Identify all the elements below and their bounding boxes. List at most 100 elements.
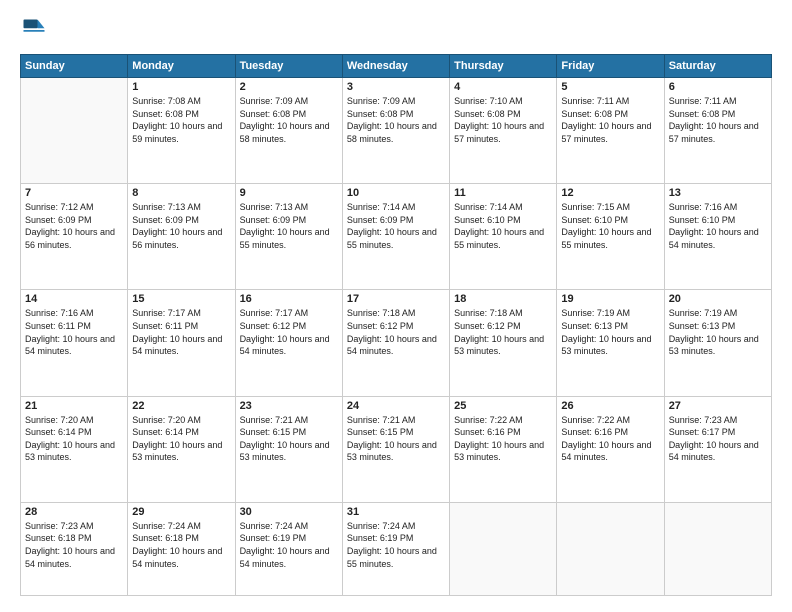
calendar-cell: 21 Sunrise: 7:20 AMSunset: 6:14 PMDayligh…	[21, 396, 128, 502]
week-row-5: 28 Sunrise: 7:23 AMSunset: 6:18 PMDayligh…	[21, 502, 772, 595]
calendar-body: 1 Sunrise: 7:08 AMSunset: 6:08 PMDaylight…	[21, 78, 772, 596]
weekday-header-sunday: Sunday	[21, 55, 128, 78]
day-info: Sunrise: 7:13 AMSunset: 6:09 PMDaylight:…	[240, 201, 338, 251]
calendar-cell: 7Sunrise: 7:12 AMSunset: 6:09 PMDaylight…	[21, 184, 128, 290]
weekday-header-tuesday: Tuesday	[235, 55, 342, 78]
day-number: 15	[132, 293, 230, 305]
day-info: Sunrise: 7:19 AMSunset: 6:13 PMDaylight:…	[561, 307, 659, 357]
day-number: 26	[561, 400, 659, 412]
day-info: Sunrise: 7:16 AMSunset: 6:10 PMDaylight:…	[669, 201, 767, 251]
weekday-header-thursday: Thursday	[450, 55, 557, 78]
calendar-cell: 2 Sunrise: 7:09 AMSunset: 6:08 PMDaylight…	[235, 78, 342, 184]
day-number: 10	[347, 187, 445, 199]
day-number: 31	[347, 506, 445, 518]
day-number: 27	[669, 400, 767, 412]
day-info: Sunrise: 7:11 AMSunset: 6:08 PMDaylight:…	[561, 95, 659, 145]
calendar-cell: 14Sunrise: 7:16 AMSunset: 6:11 PMDayligh…	[21, 290, 128, 396]
calendar-cell: 19 Sunrise: 7:19 AMSunset: 6:13 PMDayligh…	[557, 290, 664, 396]
day-info: Sunrise: 7:20 AMSunset: 6:14 PMDaylight:…	[132, 414, 230, 464]
calendar-cell: 30 Sunrise: 7:24 AMSunset: 6:19 PMDayligh…	[235, 502, 342, 595]
calendar-cell: 26 Sunrise: 7:22 AMSunset: 6:16 PMDayligh…	[557, 396, 664, 502]
day-number: 17	[347, 293, 445, 305]
weekday-header-saturday: Saturday	[664, 55, 771, 78]
calendar-cell: 8 Sunrise: 7:13 AMSunset: 6:09 PMDaylight…	[128, 184, 235, 290]
day-number: 11	[454, 187, 552, 199]
calendar-cell: 23Sunrise: 7:21 AMSunset: 6:15 PMDayligh…	[235, 396, 342, 502]
day-number: 4	[454, 81, 552, 93]
day-number: 14	[25, 293, 123, 305]
week-row-4: 21 Sunrise: 7:20 AMSunset: 6:14 PMDayligh…	[21, 396, 772, 502]
calendar-cell: 15 Sunrise: 7:17 AMSunset: 6:11 PMDayligh…	[128, 290, 235, 396]
day-number: 22	[132, 400, 230, 412]
day-info: Sunrise: 7:24 AMSunset: 6:18 PMDaylight:…	[132, 520, 230, 570]
calendar-cell	[21, 78, 128, 184]
calendar-cell: 27Sunrise: 7:23 AMSunset: 6:17 PMDayligh…	[664, 396, 771, 502]
calendar-cell: 28 Sunrise: 7:23 AMSunset: 6:18 PMDayligh…	[21, 502, 128, 595]
calendar-cell: 1 Sunrise: 7:08 AMSunset: 6:08 PMDaylight…	[128, 78, 235, 184]
day-info: Sunrise: 7:22 AMSunset: 6:16 PMDaylight:…	[454, 414, 552, 464]
calendar-cell: 6Sunrise: 7:11 AMSunset: 6:08 PMDaylight…	[664, 78, 771, 184]
day-number: 2	[240, 81, 338, 93]
day-number: 30	[240, 506, 338, 518]
day-info: Sunrise: 7:08 AMSunset: 6:08 PMDaylight:…	[132, 95, 230, 145]
day-info: Sunrise: 7:11 AMSunset: 6:08 PMDaylight:…	[669, 95, 767, 145]
day-number: 12	[561, 187, 659, 199]
calendar-cell: 10Sunrise: 7:14 AMSunset: 6:09 PMDayligh…	[342, 184, 449, 290]
calendar-cell	[664, 502, 771, 595]
calendar-cell: 24Sunrise: 7:21 AMSunset: 6:15 PMDayligh…	[342, 396, 449, 502]
calendar-cell: 20Sunrise: 7:19 AMSunset: 6:13 PMDayligh…	[664, 290, 771, 396]
weekday-header-friday: Friday	[557, 55, 664, 78]
logo-icon	[20, 16, 48, 44]
logo	[20, 16, 52, 44]
day-info: Sunrise: 7:21 AMSunset: 6:15 PMDaylight:…	[240, 414, 338, 464]
day-number: 8	[132, 187, 230, 199]
day-number: 24	[347, 400, 445, 412]
calendar-cell: 17Sunrise: 7:18 AMSunset: 6:12 PMDayligh…	[342, 290, 449, 396]
calendar-cell: 13 Sunrise: 7:16 AMSunset: 6:10 PMDayligh…	[664, 184, 771, 290]
day-number: 7	[25, 187, 123, 199]
day-info: Sunrise: 7:15 AMSunset: 6:10 PMDaylight:…	[561, 201, 659, 251]
header	[20, 16, 772, 44]
day-info: Sunrise: 7:17 AMSunset: 6:12 PMDaylight:…	[240, 307, 338, 357]
calendar-cell: 12 Sunrise: 7:15 AMSunset: 6:10 PMDayligh…	[557, 184, 664, 290]
day-info: Sunrise: 7:09 AMSunset: 6:08 PMDaylight:…	[347, 95, 445, 145]
day-number: 19	[561, 293, 659, 305]
calendar-cell: 9Sunrise: 7:13 AMSunset: 6:09 PMDaylight…	[235, 184, 342, 290]
calendar-header: SundayMondayTuesdayWednesdayThursdayFrid…	[21, 55, 772, 78]
day-number: 13	[669, 187, 767, 199]
calendar-cell: 18 Sunrise: 7:18 AMSunset: 6:12 PMDayligh…	[450, 290, 557, 396]
calendar-cell: 22 Sunrise: 7:20 AMSunset: 6:14 PMDayligh…	[128, 396, 235, 502]
calendar-cell: 5 Sunrise: 7:11 AMSunset: 6:08 PMDaylight…	[557, 78, 664, 184]
week-row-3: 14Sunrise: 7:16 AMSunset: 6:11 PMDayligh…	[21, 290, 772, 396]
day-info: Sunrise: 7:13 AMSunset: 6:09 PMDaylight:…	[132, 201, 230, 251]
calendar-cell: 4 Sunrise: 7:10 AMSunset: 6:08 PMDaylight…	[450, 78, 557, 184]
day-number: 20	[669, 293, 767, 305]
day-number: 18	[454, 293, 552, 305]
day-info: Sunrise: 7:20 AMSunset: 6:14 PMDaylight:…	[25, 414, 123, 464]
calendar-cell: 16 Sunrise: 7:17 AMSunset: 6:12 PMDayligh…	[235, 290, 342, 396]
day-info: Sunrise: 7:09 AMSunset: 6:08 PMDaylight:…	[240, 95, 338, 145]
day-info: Sunrise: 7:23 AMSunset: 6:18 PMDaylight:…	[25, 520, 123, 570]
weekday-header-wednesday: Wednesday	[342, 55, 449, 78]
day-number: 25	[454, 400, 552, 412]
calendar-cell	[557, 502, 664, 595]
calendar-cell	[450, 502, 557, 595]
day-number: 21	[25, 400, 123, 412]
day-number: 29	[132, 506, 230, 518]
day-number: 5	[561, 81, 659, 93]
day-info: Sunrise: 7:22 AMSunset: 6:16 PMDaylight:…	[561, 414, 659, 464]
week-row-1: 1 Sunrise: 7:08 AMSunset: 6:08 PMDaylight…	[21, 78, 772, 184]
day-info: Sunrise: 7:18 AMSunset: 6:12 PMDaylight:…	[454, 307, 552, 357]
day-number: 1	[132, 81, 230, 93]
calendar: SundayMondayTuesdayWednesdayThursdayFrid…	[20, 54, 772, 596]
day-info: Sunrise: 7:24 AMSunset: 6:19 PMDaylight:…	[240, 520, 338, 570]
weekday-row: SundayMondayTuesdayWednesdayThursdayFrid…	[21, 55, 772, 78]
day-info: Sunrise: 7:10 AMSunset: 6:08 PMDaylight:…	[454, 95, 552, 145]
calendar-cell: 11Sunrise: 7:14 AMSunset: 6:10 PMDayligh…	[450, 184, 557, 290]
day-number: 28	[25, 506, 123, 518]
calendar-cell: 31Sunrise: 7:24 AMSunset: 6:19 PMDayligh…	[342, 502, 449, 595]
weekday-header-monday: Monday	[128, 55, 235, 78]
day-number: 16	[240, 293, 338, 305]
day-number: 3	[347, 81, 445, 93]
day-info: Sunrise: 7:17 AMSunset: 6:11 PMDaylight:…	[132, 307, 230, 357]
